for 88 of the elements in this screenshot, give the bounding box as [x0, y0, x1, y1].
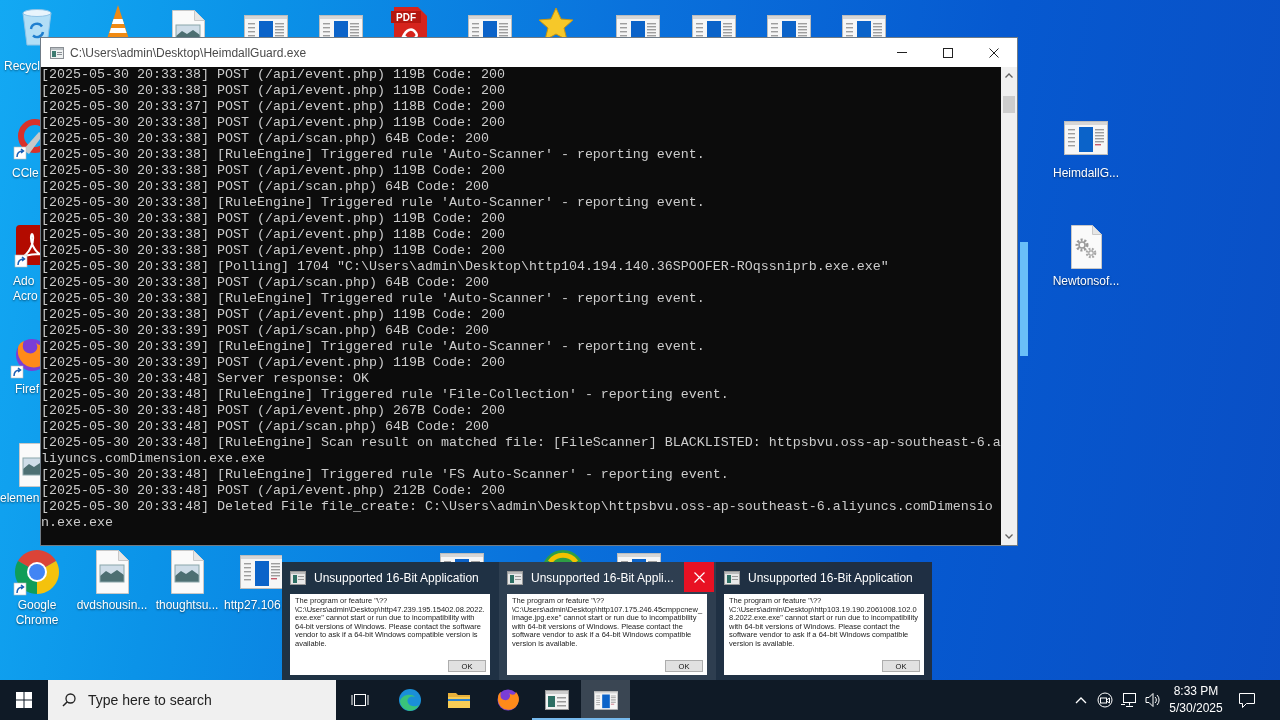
network-icon: [1120, 692, 1138, 708]
search-icon: [62, 693, 76, 707]
console-line: [2025-05-30 20:33:39] POST (/api/scan.php) 64B Code: 200: [41, 323, 489, 339]
taskbar-app-button[interactable]: [581, 680, 630, 720]
console-line: [2025-05-30 20:33:38] POST (/api/event.php) 119B Code: 200: [41, 163, 505, 179]
icon-label[interactable]: Firef: [15, 382, 39, 397]
console-line: [2025-05-30 20:33:38] POST (/api/event.php) 119B Code: 200: [41, 307, 505, 323]
console-line: [2025-05-30 20:33:48] POST (/api/event.php) 212B Code: 200: [41, 483, 505, 499]
app-window-icon[interactable]: [1064, 121, 1108, 155]
console-line: [2025-05-30 20:33:39] [RuleEngine] Triggered rule 'Auto-Scanner' - reporting event.: [41, 339, 705, 355]
windows-logo-icon: [16, 692, 32, 708]
icon-label[interactable]: http27.106: [224, 598, 281, 613]
preview-title: Unsupported 16-Bit Application: [748, 571, 913, 585]
chevron-icon: [1075, 696, 1087, 704]
close-icon: [693, 571, 705, 583]
console-line: [2025-05-30 20:33:38] [RuleEngine] Triggered rule 'Auto-Scanner' - reporting event.: [41, 195, 705, 211]
icon-label[interactable]: Newtonsof...: [1052, 274, 1120, 289]
preview-title: Unsupported 16-Bit Appli...: [531, 571, 674, 585]
image-file-icon[interactable]: [18, 443, 40, 487]
console-line: [2025-05-30 20:33:38] POST (/api/event.php) 118B Code: 200: [41, 227, 505, 243]
window-icon: [544, 690, 569, 710]
clock-button[interactable]: 8:33 PM 5/30/2025: [1165, 680, 1227, 720]
app-window-icon[interactable]: [842, 15, 886, 37]
console-line: [2025-05-30 20:33:48] Server response: OK: [41, 371, 369, 387]
window-icon: [50, 46, 64, 59]
console-line: [2025-05-30 20:33:38] POST (/api/scan.php) 64B Code: 200: [41, 275, 489, 291]
minimize-icon: [897, 52, 907, 53]
console-line: [2025-05-30 20:33:48] POST (/api/event.php) 267B Code: 200: [41, 403, 505, 419]
console-line: [2025-05-30 20:33:38] POST (/api/event.php) 119B Code: 200: [41, 211, 505, 227]
console-line: [2025-05-30 20:33:38] POST (/api/event.php) 119B Code: 200: [41, 67, 505, 83]
icon-label[interactable]: dvdshousin...: [76, 598, 148, 613]
app-window-icon[interactable]: [767, 15, 811, 37]
icon-label[interactable]: Ado Acro: [13, 274, 41, 304]
fox-globe-icon: [495, 688, 520, 712]
console-line: [2025-05-30 20:33:48] [RuleEngine] Scan result on matched file: [FileScanner] BLACKLISTED: httpsbvu.oss-ap-southeast-6.aliyuncs.comDimension.exe.exe: [41, 435, 1001, 467]
icon-label[interactable]: CCle: [12, 166, 39, 181]
image-file-icon[interactable]: [171, 10, 205, 37]
search-field[interactable]: Type here to search: [48, 680, 336, 720]
gear-file-icon[interactable]: [1070, 225, 1102, 269]
icon-label[interactable]: Recycl: [4, 59, 40, 74]
icon-label[interactable]: elemen: [0, 491, 40, 506]
console-line: [2025-05-30 20:33:38] [RuleEngine] Triggered rule 'Auto-Scanner' - reporting event.: [41, 291, 705, 307]
task-view-icon: [351, 692, 369, 708]
console-line: [2025-05-30 20:33:38] [RuleEngine] Triggered rule 'Auto-Scanner' - reporting event.: [41, 147, 705, 163]
console-line: [2025-05-30 20:33:38] POST (/api/event.php) 119B Code: 200: [41, 243, 505, 259]
console-line: [2025-05-30 20:33:38] POST (/api/scan.php) 64B Code: 200: [41, 179, 489, 195]
close-icon: [989, 47, 999, 58]
icon-label[interactable]: HeimdallG...: [1053, 166, 1119, 181]
console-line: [2025-05-30 20:33:38] POST (/api/event.php) 119B Code: 200: [41, 115, 505, 131]
close-button[interactable]: [684, 562, 714, 592]
scrollbar[interactable]: [1001, 67, 1017, 545]
scrollbar-thumb[interactable]: [1003, 96, 1015, 113]
app-window-icon[interactable]: [240, 555, 282, 589]
window-title: C:\Users\admin\Desktop\HeimdallGuard.exe: [70, 45, 307, 60]
app-window-icon[interactable]: [319, 15, 363, 37]
image-file-icon[interactable]: [95, 550, 129, 594]
icon-label[interactable]: thoughtsu...: [155, 598, 219, 613]
window-preview[interactable]: [499, 562, 716, 680]
console-line: [2025-05-30 20:33:39] POST (/api/event.php) 119B Code: 200: [41, 355, 505, 371]
preview-title: Unsupported 16-Bit Application: [314, 571, 479, 585]
edge-browser-icon: [397, 688, 422, 712]
console-line: [2025-05-30 20:33:48] [RuleEngine] Triggered rule 'FS Auto-Scanner' - reporting event.: [41, 467, 729, 483]
console-line: [2025-05-30 20:33:48] [RuleEngine] Triggered rule 'File-Collection' - reporting event.: [41, 387, 729, 403]
app-window-icon: [593, 690, 618, 710]
console-line: [2025-05-30 20:33:37] POST (/api/event.php) 118B Code: 200: [41, 99, 505, 115]
document-swirl-icon[interactable]: [14, 224, 40, 268]
folder-icon: [446, 690, 471, 710]
brush-icon[interactable]: [13, 118, 40, 160]
camera-icon: [1097, 692, 1113, 708]
star-icon[interactable]: [537, 6, 575, 37]
window-icon: [290, 571, 306, 585]
console-line: [2025-05-30 20:33:38] [Polling] 1704 "C:\Users\admin\Desktop\http104.194.140.36SPOOFER-ROqssniprb.exe.exe": [41, 259, 889, 275]
console-line: [2025-05-30 20:33:38] POST (/api/scan.php) 64B Code: 200: [41, 131, 489, 147]
app-window-icon[interactable]: [244, 15, 288, 37]
maximize-icon: [943, 47, 953, 58]
icon-label[interactable]: Google Chrome: [11, 598, 63, 628]
console-line: [2025-05-30 20:33:48] POST (/api/scan.php) 64B Code: 200: [41, 419, 489, 435]
window-icon: [724, 571, 740, 585]
speaker-icon: [1144, 692, 1162, 708]
browser-icon[interactable]: [13, 548, 61, 596]
console-line: [2025-05-30 20:33:48] Deleted File file_create: C:\Users\admin\Desktop\httpsbvu.oss-ap-southeast-6.aliyuncs.comDimension.exe.exe: [41, 499, 994, 531]
app-window-icon[interactable]: [616, 15, 660, 37]
app-window-icon[interactable]: [468, 15, 512, 37]
image-file-icon[interactable]: [170, 550, 204, 594]
app-window-icon[interactable]: [692, 15, 736, 37]
console-line: [2025-05-30 20:33:38] POST (/api/event.php) 119B Code: 200: [41, 83, 505, 99]
notifications-icon: [1238, 691, 1256, 709]
window-icon: [507, 571, 523, 585]
